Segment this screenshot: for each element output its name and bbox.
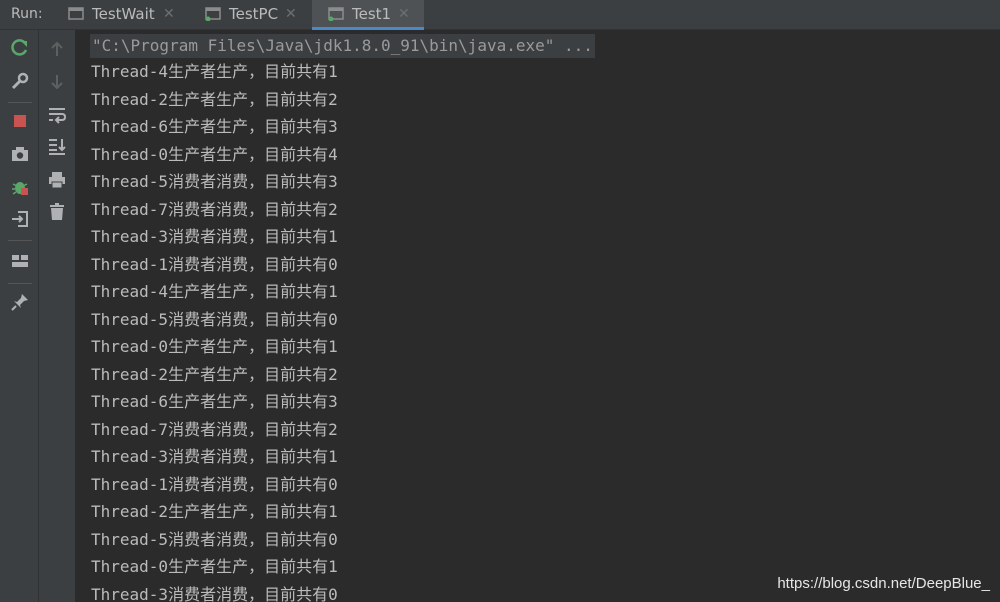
- console-line: Thread-3消费者消费，目前共有0: [91, 584, 338, 602]
- run-tab-bar: Run: TestWait ✕ TestPC ✕ Test1 ✕: [0, 0, 1000, 30]
- console-line: Thread-2生产者生产，目前共有2: [91, 89, 338, 109]
- debug-bug-icon[interactable]: [10, 177, 30, 197]
- console-line: Thread-1消费者消费，目前共有0: [91, 254, 338, 274]
- console-line: Thread-0生产者生产，目前共有4: [91, 144, 338, 164]
- watermark: https://blog.csdn.net/DeepBlue_: [777, 575, 990, 592]
- pin-icon[interactable]: [10, 292, 30, 312]
- settings-wrench-icon[interactable]: [10, 71, 30, 91]
- console-line: Thread-0生产者生产，目前共有1: [91, 337, 338, 356]
- run-label: Run:: [11, 6, 43, 22]
- tab-test1[interactable]: Test1 ✕: [312, 0, 424, 30]
- console-line: Thread-3消费者消费，目前共有1: [91, 447, 338, 466]
- console-line: Thread-2生产者生产，目前共有2: [91, 364, 338, 384]
- run-config-icon: [205, 7, 221, 21]
- layout-icon[interactable]: [10, 251, 30, 271]
- run-left-toolbar: [0, 30, 39, 602]
- tab-testwait[interactable]: TestWait ✕: [68, 0, 178, 30]
- tab-label: TestPC: [229, 5, 279, 23]
- tab-label: TestWait: [92, 5, 155, 23]
- console-line: Thread-1消费者消费，目前共有0: [91, 474, 338, 494]
- close-icon[interactable]: ✕: [285, 6, 297, 22]
- console-line: Thread-5消费者消费，目前共有3: [91, 172, 338, 191]
- stop-icon[interactable]: [10, 111, 30, 131]
- exit-icon[interactable]: [10, 209, 30, 229]
- tab-testpc[interactable]: TestPC ✕: [205, 0, 301, 30]
- console-line: Thread-4生产者生产，目前共有1: [91, 62, 338, 81]
- console-line: Thread-5消费者消费，目前共有0: [91, 529, 338, 549]
- console-line: Thread-2生产者生产，目前共有1: [91, 502, 338, 521]
- console-line: Thread-7消费者消费，目前共有2: [91, 199, 338, 219]
- run-config-icon: [68, 7, 84, 20]
- down-arrow-icon[interactable]: [47, 72, 67, 92]
- up-arrow-icon[interactable]: [47, 39, 67, 59]
- console-line: Thread-7消费者消费，目前共有2: [91, 419, 338, 439]
- soft-wrap-icon[interactable]: [47, 105, 67, 125]
- console-line: Thread-4生产者生产，目前共有1: [91, 282, 338, 301]
- console-output[interactable]: "C:\Program Files\Java\jdk1.8.0_91\bin\j…: [76, 30, 1000, 602]
- console-toolbar: [39, 30, 75, 602]
- close-icon[interactable]: ✕: [398, 6, 410, 22]
- tab-label: Test1: [352, 5, 392, 23]
- close-icon[interactable]: ✕: [163, 6, 175, 22]
- run-config-icon: [328, 7, 344, 21]
- rerun-icon[interactable]: [10, 38, 30, 58]
- scroll-to-end-icon[interactable]: [47, 136, 67, 156]
- print-icon[interactable]: [47, 170, 67, 190]
- console-line: Thread-3消费者消费，目前共有1: [91, 227, 338, 246]
- command-line: "C:\Program Files\Java\jdk1.8.0_91\bin\j…: [90, 34, 595, 58]
- console-line: Thread-5消费者消费，目前共有0: [91, 309, 338, 329]
- console-line: Thread-6生产者生产，目前共有3: [91, 117, 338, 136]
- console-line: Thread-0生产者生产，目前共有1: [91, 557, 338, 576]
- console-line: Thread-6生产者生产，目前共有3: [91, 392, 338, 411]
- camera-icon[interactable]: [10, 144, 30, 164]
- trash-icon[interactable]: [47, 202, 67, 222]
